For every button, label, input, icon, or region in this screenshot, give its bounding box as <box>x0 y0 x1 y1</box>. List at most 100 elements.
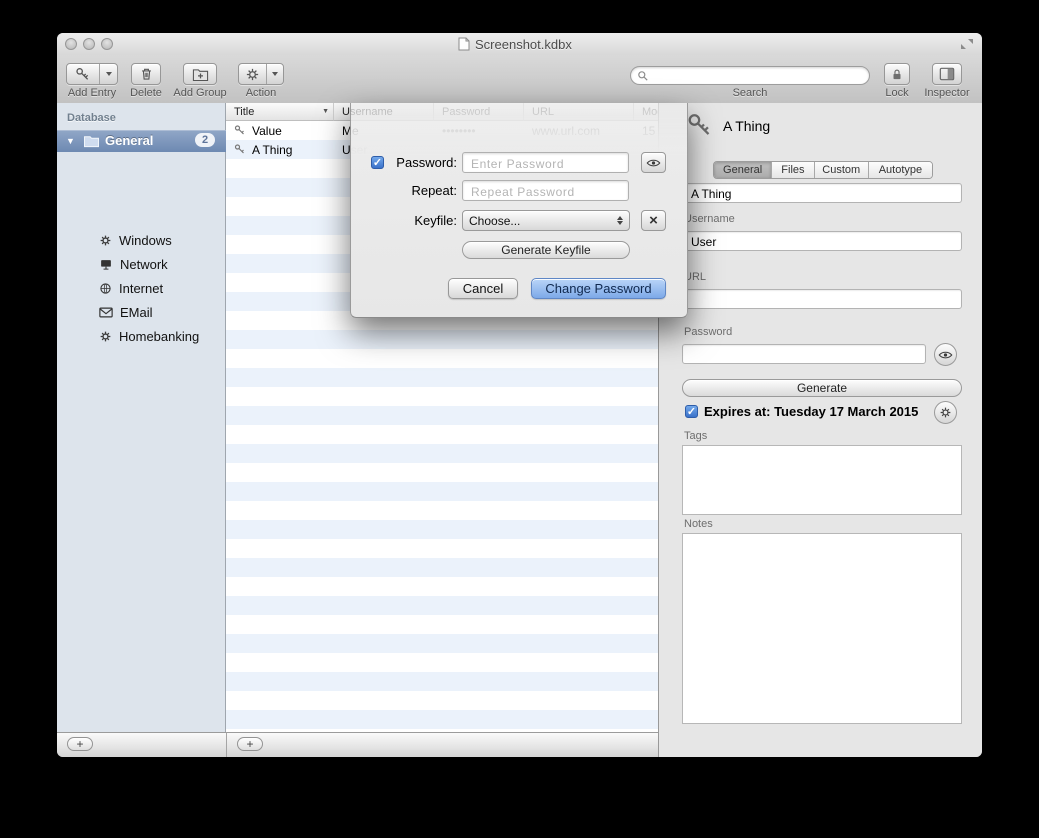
sidebar-group-general[interactable]: ▼ General 2 <box>57 130 226 152</box>
search-label: Search <box>720 87 780 99</box>
sidebar: Database ▼ General 2 Windows Network <box>57 103 226 732</box>
globe-icon <box>99 282 112 295</box>
add-group-bottom-button[interactable]: + <box>67 737 93 751</box>
sort-indicator-icon: ▼ <box>322 108 329 115</box>
key-plus-icon <box>67 64 99 84</box>
password-input[interactable] <box>689 347 923 363</box>
chevron-down-icon[interactable] <box>267 64 283 84</box>
expires-checkbox[interactable]: ✓ <box>685 405 698 418</box>
dialog-reveal-password-button[interactable] <box>641 152 666 173</box>
close-icon: × <box>649 212 658 229</box>
delete-button[interactable] <box>131 63 161 85</box>
search-field[interactable] <box>630 66 870 85</box>
zoom-button[interactable] <box>101 38 113 50</box>
cancel-button[interactable]: Cancel <box>448 278 518 299</box>
dialog-repeat-field[interactable] <box>462 180 629 201</box>
action-button[interactable] <box>238 63 284 85</box>
monitor-icon <box>99 258 113 271</box>
sidebar-section-header: Database <box>67 112 116 124</box>
inspector-pane: A Thing General Files Custom Autotype Us… <box>658 103 982 757</box>
gear-icon <box>99 330 112 343</box>
window-title: Screenshot.kdbx <box>475 37 572 52</box>
username-input[interactable] <box>689 234 959 250</box>
inspector-button[interactable] <box>932 63 962 85</box>
sidebar-item-label: EMail <box>120 305 153 320</box>
expires-label: Expires at: Tuesday 17 March 2015 <box>704 404 918 419</box>
tab-files[interactable]: Files <box>772 162 814 178</box>
sidebar-item-label: Windows <box>119 233 172 248</box>
expiry-options-button[interactable] <box>934 401 957 424</box>
keyfile-popup-button[interactable]: Choose... <box>462 210 630 231</box>
url-field[interactable] <box>682 289 962 309</box>
sidebar-item-label: Network <box>120 257 168 272</box>
tab-autotype[interactable]: Autotype <box>869 162 932 178</box>
cell-title: A Thing <box>252 143 292 157</box>
lock-button[interactable] <box>884 63 910 85</box>
notes-field[interactable] <box>682 533 962 724</box>
cell-title: Value <box>252 124 282 138</box>
sidebar-item-homebanking[interactable]: Homebanking <box>57 324 226 348</box>
key-icon <box>234 143 246 155</box>
sidebar-item-internet[interactable]: Internet <box>57 276 226 300</box>
sidebar-item-label: Internet <box>119 281 163 296</box>
minimize-button[interactable] <box>83 38 95 50</box>
dialog-keyfile-label: Keyfile: <box>371 213 457 228</box>
reveal-password-button[interactable] <box>934 343 957 366</box>
add-entry-button[interactable] <box>66 63 118 85</box>
dialog-password-label: Password: <box>371 155 457 170</box>
envelope-icon <box>99 307 113 318</box>
username-label: Username <box>684 213 735 225</box>
chevron-down-icon[interactable] <box>100 64 117 84</box>
sidebar-item-label: Homebanking <box>119 329 199 344</box>
column-header-title[interactable]: Title ▼ <box>226 103 334 121</box>
padlock-icon <box>890 67 904 82</box>
password-label: Password <box>684 326 732 338</box>
change-password-button[interactable]: Change Password <box>531 278 666 299</box>
tags-field[interactable] <box>682 445 962 515</box>
dialog-repeat-label: Repeat: <box>371 183 457 198</box>
notes-input[interactable] <box>683 534 961 723</box>
dialog-repeat-input[interactable] <box>469 184 626 200</box>
app-window: Screenshot.kdbx Add Entry Delete Add Gro… <box>57 33 982 757</box>
clear-keyfile-button[interactable]: × <box>641 210 666 231</box>
title-field[interactable] <box>682 183 962 203</box>
keyfile-popup-value: Choose... <box>469 214 520 228</box>
username-field[interactable] <box>682 231 962 251</box>
entry-list-bottom-bar <box>226 732 658 757</box>
add-group-label: Add Group <box>170 87 230 99</box>
password-field[interactable] <box>682 344 926 364</box>
tab-general[interactable]: General <box>714 162 772 178</box>
sidebar-item-windows[interactable]: Windows <box>57 228 226 252</box>
url-input[interactable] <box>689 292 959 308</box>
sidebar-item-network[interactable]: Network <box>57 252 226 276</box>
tags-input[interactable] <box>683 446 961 514</box>
dialog-password-field[interactable] <box>462 152 629 173</box>
entry-count-badge: 2 <box>195 133 215 147</box>
generate-password-button[interactable]: Generate <box>682 379 962 397</box>
eye-icon <box>646 158 661 168</box>
trash-icon <box>139 66 154 82</box>
generate-keyfile-button[interactable]: Generate Keyfile <box>462 241 630 259</box>
inspector-tabs: General Files Custom Autotype <box>713 161 933 179</box>
add-group-button[interactable] <box>183 63 217 85</box>
search-input[interactable] <box>653 68 863 84</box>
popup-arrows-icon <box>617 216 623 225</box>
disclosure-triangle-icon[interactable]: ▼ <box>66 136 75 146</box>
gear-icon <box>939 406 952 419</box>
add-entry-bottom-button[interactable]: + <box>237 737 263 751</box>
sidebar-item-email[interactable]: EMail <box>57 300 226 324</box>
action-label: Action <box>231 87 291 99</box>
fullscreen-icon[interactable] <box>960 38 974 50</box>
magnifier-icon <box>637 70 649 82</box>
tab-custom[interactable]: Custom <box>815 162 869 178</box>
title-bar[interactable]: Screenshot.kdbx <box>57 33 982 55</box>
folder-icon <box>83 134 100 148</box>
delete-label: Delete <box>116 87 176 99</box>
close-button[interactable] <box>65 38 77 50</box>
dialog-password-input[interactable] <box>469 156 626 172</box>
document-proxy-icon <box>458 37 470 51</box>
title-input[interactable] <box>689 186 959 202</box>
inspector-label: Inspector <box>917 87 977 99</box>
eye-icon <box>938 350 953 360</box>
tags-label: Tags <box>684 430 707 442</box>
